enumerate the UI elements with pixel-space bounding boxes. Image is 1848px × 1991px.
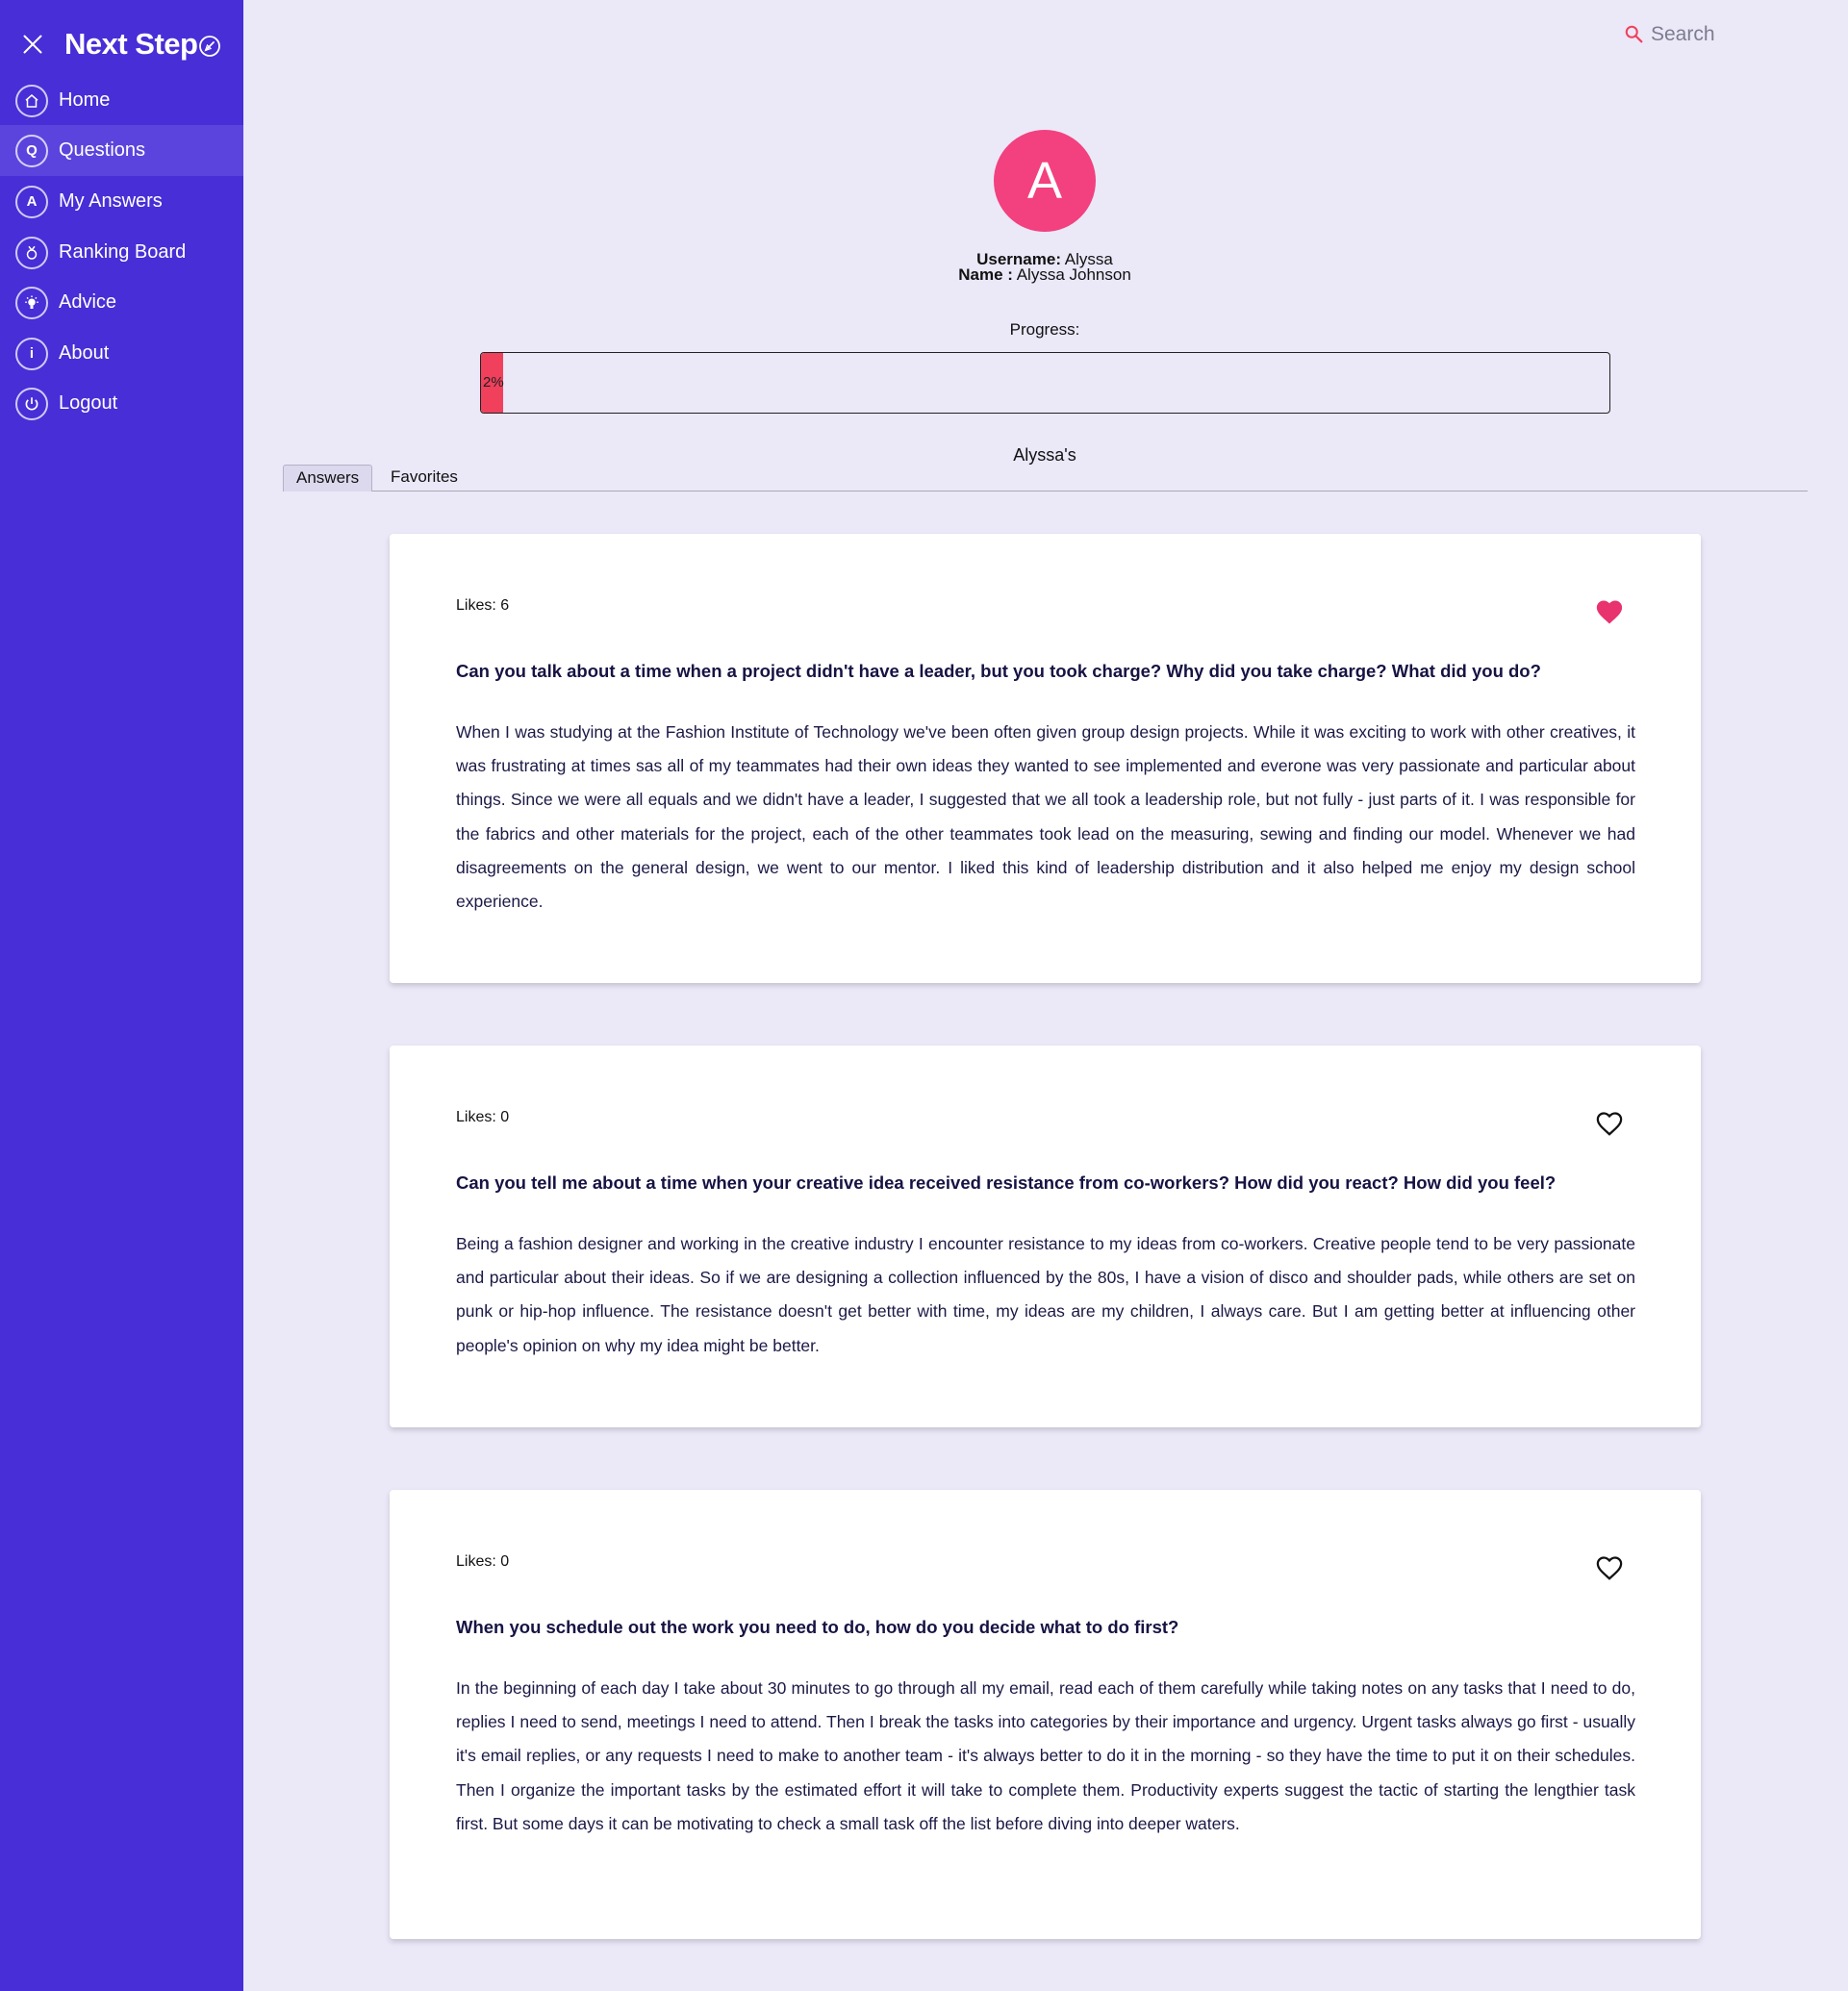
sidebar-item-questions[interactable]: Q Questions xyxy=(0,125,243,176)
power-icon xyxy=(15,387,48,420)
tab-bar: Answers Favorites xyxy=(283,464,1808,491)
compass-icon xyxy=(199,36,220,57)
sidebar-item-home[interactable]: Home xyxy=(0,75,243,126)
tab-answers[interactable]: Answers xyxy=(283,465,373,491)
progress-label: Progress: xyxy=(1009,320,1080,339)
progress-bar: 2% xyxy=(480,352,1610,414)
sidebar-item-logout[interactable]: Logout xyxy=(0,378,243,429)
sidebar-item-label: My Answers xyxy=(59,190,163,212)
question-text: Can you tell me about a time when your c… xyxy=(456,1172,1557,1193)
answer-card: Likes: 6 Can you talk about a time when … xyxy=(390,534,1701,983)
ranking-icon xyxy=(15,236,48,269)
answer-card: Likes: 0 Can you tell me about a time wh… xyxy=(390,1046,1701,1427)
sidebar-header: Next Step xyxy=(0,19,243,77)
heart-filled-icon[interactable] xyxy=(1595,598,1624,625)
answer-text: In the beginning of each day I take abou… xyxy=(456,1678,1635,1833)
my-answers-icon: A xyxy=(15,185,48,218)
question-text: Can you talk about a time when a project… xyxy=(456,661,1541,681)
answer-text: When I was studying at the Fashion Insti… xyxy=(456,722,1635,912)
answer-card: Likes: 0 When you schedule out the work … xyxy=(390,1490,1701,1939)
search-input[interactable]: Search xyxy=(1651,23,1715,46)
answer-text: Being a fashion designer and working in … xyxy=(456,1234,1635,1355)
sidebar-item-ranking-board[interactable]: Ranking Board xyxy=(0,227,243,278)
owner-label: Alyssa's xyxy=(1013,445,1076,465)
search-icon xyxy=(1625,25,1643,43)
name-label: Name : xyxy=(958,265,1013,284)
sidebar-item-label: Home xyxy=(59,89,111,111)
progress-text: 2% xyxy=(483,374,504,391)
heart-outline-icon[interactable] xyxy=(1595,1554,1624,1581)
sidebar: Next Step Home Q Questions A My Answers … xyxy=(0,0,243,1991)
avatar: A xyxy=(994,130,1096,232)
likes-count: Likes: 0 xyxy=(456,1109,510,1125)
likes-count: Likes: 6 xyxy=(456,597,510,614)
tab-favorites[interactable]: Favorites xyxy=(378,465,470,491)
close-icon[interactable] xyxy=(19,31,46,58)
sidebar-item-label: Logout xyxy=(59,392,118,414)
sidebar-item-label: Advice xyxy=(59,291,117,313)
heart-outline-icon[interactable] xyxy=(1595,1110,1624,1137)
question-text: When you schedule out the work you need … xyxy=(456,1617,1179,1637)
likes-count: Likes: 0 xyxy=(456,1553,510,1570)
info-icon: i xyxy=(15,337,48,370)
home-icon xyxy=(15,84,48,117)
brand-title[interactable]: Next Step xyxy=(64,27,198,62)
sidebar-item-label: Questions xyxy=(59,139,146,161)
name-line: Name : Alyssa Johnson xyxy=(821,265,1269,285)
sidebar-item-advice[interactable]: Advice xyxy=(0,277,243,328)
sidebar-item-label: Ranking Board xyxy=(59,241,187,263)
sidebar-item-my-answers[interactable]: A My Answers xyxy=(0,176,243,227)
sidebar-item-label: About xyxy=(59,342,110,364)
advice-icon xyxy=(15,286,48,319)
search-box[interactable]: Search xyxy=(1624,23,1715,46)
name-value: Alyssa Johnson xyxy=(1016,265,1131,284)
sidebar-item-about[interactable]: i About xyxy=(0,328,243,379)
questions-icon: Q xyxy=(15,134,48,167)
